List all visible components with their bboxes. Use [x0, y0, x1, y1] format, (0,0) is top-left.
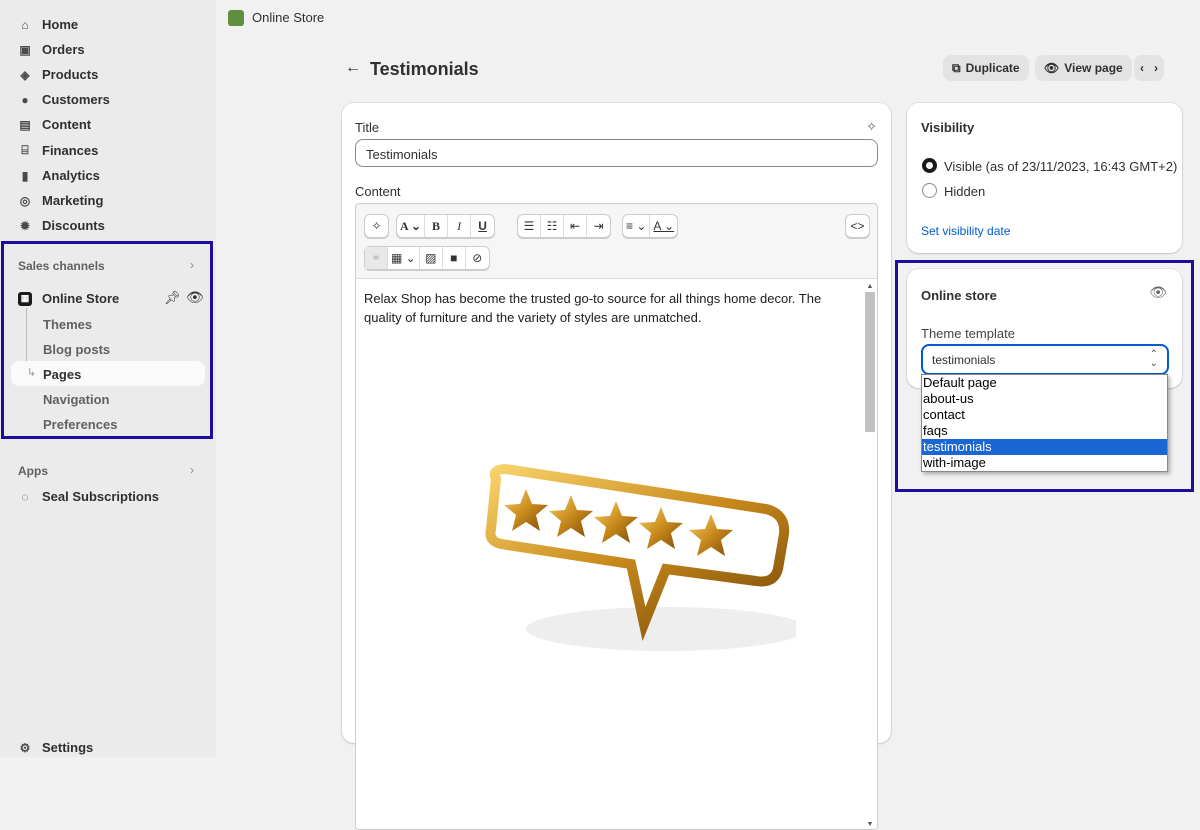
testimonial-stars-image — [485, 463, 796, 651]
bank-icon: ⌸ — [21, 143, 29, 157]
italic-button[interactable]: I — [448, 215, 472, 237]
title-label: Title — [355, 120, 380, 135]
eye-icon: 👁︎ — [1044, 61, 1060, 75]
shopify-store-icon — [228, 9, 244, 26]
content-icon: ▤ — [19, 117, 31, 132]
duplicate-icon: ⧉ — [952, 60, 961, 75]
view-page-button[interactable]: 👁︎ View page — [1035, 55, 1132, 81]
prev-page-button[interactable]: ‹ — [1140, 61, 1144, 75]
seal-icon: ◌ — [21, 489, 29, 504]
nav-discounts[interactable]: ✹ Discounts — [18, 218, 105, 233]
nav-analytics[interactable]: ▮ Analytics — [18, 168, 100, 183]
underline-button[interactable]: U — [471, 215, 494, 237]
content-text: Relax Shop has become the trusted go-to … — [364, 291, 822, 325]
table-button[interactable]: ▦ ⌄ — [388, 247, 420, 269]
align-group: ≡ ⌄ A ⌄ — [622, 214, 679, 238]
video-icon[interactable]: ■ — [443, 247, 466, 269]
editor-body[interactable]: Relax Shop has become the trusted go-to … — [356, 278, 877, 829]
nav-finances[interactable]: ⌸ Finances — [18, 143, 98, 158]
image-icon[interactable]: ▨ — [420, 247, 443, 269]
highlight-box-online-store — [895, 260, 1194, 492]
bullet-list-icon[interactable]: ☰ — [518, 215, 541, 237]
nav-marketing[interactable]: ◎ Marketing — [18, 193, 104, 208]
topbar: Online Store — [216, 0, 1200, 35]
nav-products[interactable]: ◈ Products — [18, 67, 98, 82]
gear-icon: ⚙ — [19, 740, 31, 755]
nav-settings[interactable]: ⚙ Settings — [18, 740, 94, 755]
numbered-list-icon[interactable]: ☷ — [541, 215, 564, 237]
code-icon: <> — [850, 219, 865, 233]
visible-radio[interactable] — [922, 158, 937, 173]
hidden-label: Hidden — [944, 184, 986, 199]
duplicate-button[interactable]: ⧉ Duplicate — [943, 55, 1029, 81]
clear-format-icon[interactable]: ⊘ — [466, 247, 489, 269]
highlight-box-sidebar — [1, 241, 213, 439]
visibility-heading: Visibility — [921, 120, 975, 135]
person-icon: ● — [21, 92, 29, 107]
chart-icon: ▮ — [21, 168, 29, 183]
format-group: A ⌄ B I U — [396, 214, 496, 238]
home-icon: ⌂ — [21, 17, 29, 32]
next-page-button[interactable]: › — [1154, 61, 1158, 75]
align-button[interactable]: ≡ ⌄ — [623, 215, 651, 237]
discount-icon: ✹ — [19, 218, 31, 233]
target-icon: ◎ — [19, 193, 31, 208]
nav-content[interactable]: ▤ Content — [18, 117, 91, 132]
indent-icon[interactable]: ⇥ — [587, 215, 610, 237]
nav-home[interactable]: ⌂ Home — [18, 17, 78, 32]
list-group: ☰ ☷ ⇤ ⇥ — [517, 214, 611, 238]
editor-scrollbar[interactable]: ▲ ▼ — [865, 283, 875, 828]
nav-seal-subscriptions[interactable]: ◌ Seal Subscriptions — [18, 489, 159, 504]
link-icon[interactable]: ⚭ — [365, 247, 388, 269]
text-color-button[interactable]: A ⌄ — [650, 215, 677, 237]
html-button[interactable]: <> — [845, 214, 870, 238]
sparkle-icon: ✧ — [371, 219, 382, 233]
hidden-radio[interactable] — [922, 183, 937, 198]
set-visibility-date-link[interactable]: Set visibility date — [921, 224, 1010, 238]
ai-button[interactable]: ✧ — [364, 214, 389, 238]
title-input[interactable]: Testimonials — [355, 139, 878, 167]
page-title: Testimonials — [370, 59, 479, 79]
sparkle-icon[interactable]: ✧ — [866, 119, 877, 135]
chevron-right-icon[interactable]: › — [190, 463, 194, 477]
tag-icon: ◈ — [20, 67, 30, 82]
pager: ‹ › — [1134, 55, 1164, 81]
outdent-icon[interactable]: ⇤ — [564, 215, 587, 237]
visible-label: Visible (as of 23/11/2023, 16:43 GMT+2) — [944, 159, 1178, 174]
back-arrow-icon[interactable]: ← — [345, 59, 361, 77]
apps-heading[interactable]: Apps — [18, 464, 48, 478]
orders-icon: ▣ — [19, 42, 31, 57]
font-button[interactable]: A ⌄ — [397, 215, 426, 237]
nav-orders[interactable]: ▣ Orders — [18, 42, 84, 57]
visibility-card: Visibility Visible (as of 23/11/2023, 16… — [907, 103, 1182, 253]
bold-button[interactable]: B — [425, 215, 449, 237]
nav-customers[interactable]: ● Customers — [18, 92, 110, 107]
editor-card: Title ✧ Testimonials Content ✧ A ⌄ B I U ☰ ☷… — [342, 103, 891, 830]
insert-group: ⚭ ▦ ⌄ ▨ ■ ⊘ — [364, 246, 490, 270]
content-label: Content — [355, 184, 401, 199]
rich-text-editor: ✧ A ⌄ B I U ☰ ☷ ⇤ ⇥ ≡ ⌄ A ⌄ <> ⚭ ▦ ⌄ ▨ ■ ⊘ Relax Sh… — [355, 203, 878, 830]
topbar-title: Online Store — [252, 10, 325, 25]
